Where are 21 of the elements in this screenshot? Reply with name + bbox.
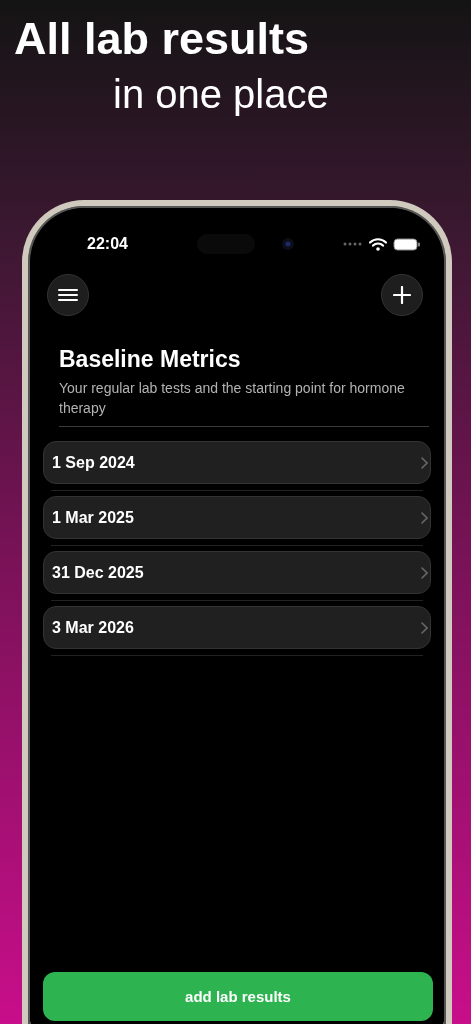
screen-title: Baseline Metrics (59, 346, 242, 373)
chevron-icon (421, 566, 428, 579)
headline-subline: in one place (113, 71, 330, 116)
date-entry[interactable]: 3 Mar 2026 (43, 606, 431, 649)
date-entry[interactable]: 1 Sep 2024 (43, 441, 431, 484)
status-time: 22:04 (87, 235, 129, 253)
screen-subtitle: Your regular lab tests and the starting point for hormone therapy (59, 379, 406, 418)
chevron-icon (421, 621, 428, 634)
camera-icon (281, 237, 295, 251)
add-button[interactable] (381, 274, 423, 316)
date-entry[interactable]: 1 Mar 2025 (43, 496, 431, 539)
signal-icon (343, 242, 363, 246)
headline: All lab results (14, 14, 311, 64)
chevron-icon (421, 456, 428, 469)
battery-icon (393, 237, 421, 251)
plus-icon (393, 286, 411, 304)
wifi-icon (369, 237, 387, 251)
menu-button[interactable] (47, 274, 89, 316)
menu-icon (58, 288, 78, 302)
date-entry[interactable]: 31 Dec 2025 (43, 551, 431, 594)
chevron-icon (421, 511, 428, 524)
